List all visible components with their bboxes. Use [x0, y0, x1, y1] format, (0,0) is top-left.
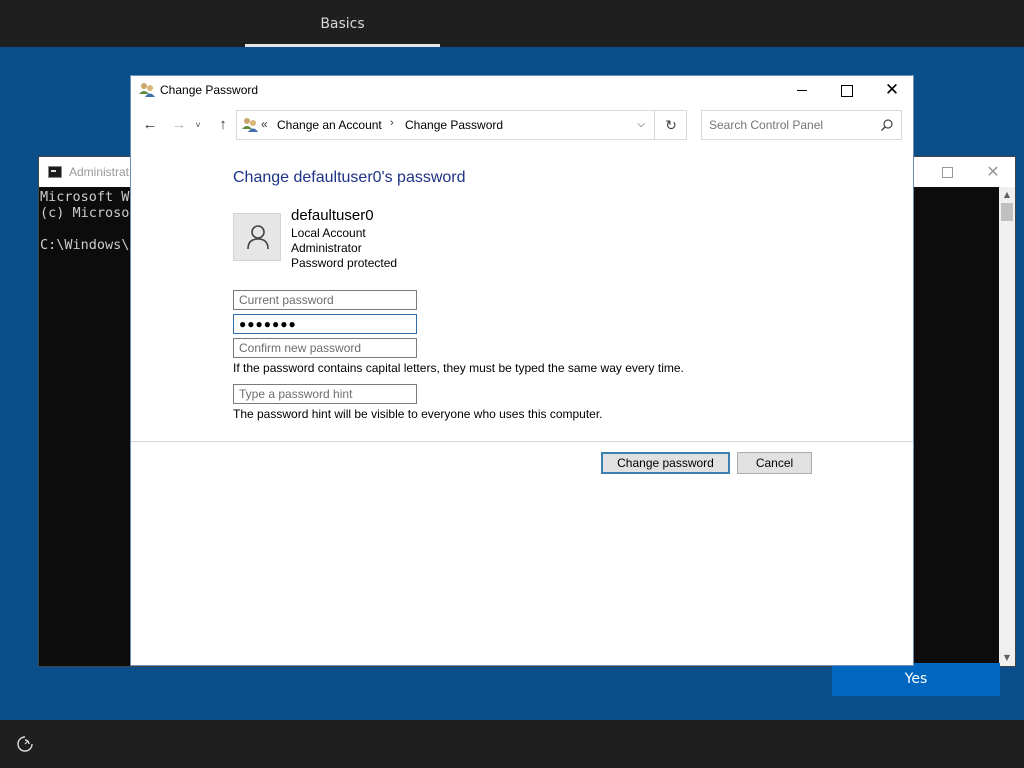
- console-icon: [48, 166, 62, 178]
- scroll-up-arrow-icon[interactable]: ▲: [999, 187, 1015, 203]
- address-dropdown-icon[interactable]: ⌵: [632, 116, 650, 134]
- user-accounts-icon: [242, 118, 258, 132]
- account-role: Administrator: [291, 241, 362, 255]
- change-password-button[interactable]: Change password: [601, 452, 730, 474]
- password-hint-field[interactable]: [233, 384, 417, 404]
- password-hint-note: The password hint will be visible to eve…: [233, 407, 603, 421]
- account-type: Local Account: [291, 226, 366, 240]
- up-arrow-icon[interactable]: ↑: [212, 114, 234, 136]
- footer-divider: [131, 441, 913, 442]
- current-password-field[interactable]: [233, 290, 417, 310]
- oobe-top-bar: Basics: [0, 0, 1024, 47]
- page-title: Change defaultuser0's password: [233, 169, 466, 186]
- console-output: Microsoft Wi (c) Microso C:\Windows\s: [40, 189, 138, 253]
- capital-letters-note: If the password contains capital letters…: [233, 361, 684, 375]
- breadcrumb-overflow-icon[interactable]: «: [261, 117, 268, 131]
- recent-locations-chevron-icon[interactable]: ˅: [191, 114, 205, 136]
- search-box[interactable]: [701, 110, 902, 140]
- scroll-thumb[interactable]: [1001, 203, 1013, 221]
- maximize-button[interactable]: [823, 76, 869, 105]
- user-name: defaultuser0: [291, 207, 374, 224]
- search-icon[interactable]: [880, 118, 894, 132]
- new-password-field[interactable]: [233, 314, 417, 334]
- breadcrumb-change-an-account[interactable]: Change an Account: [277, 118, 382, 132]
- change-password-window: Change Password ✕ ← → ˅ ↑ « Change an Ac…: [130, 75, 914, 666]
- user-accounts-icon: [139, 83, 155, 97]
- ease-of-access-icon[interactable]: [16, 735, 34, 753]
- breadcrumb-change-password[interactable]: Change Password: [405, 118, 503, 132]
- console-close-button[interactable]: ✕: [973, 157, 1013, 187]
- window-title: Change Password: [160, 83, 259, 97]
- user-silhouette-icon: [247, 225, 269, 250]
- password-status: Password protected: [291, 256, 398, 270]
- close-button[interactable]: ✕: [869, 76, 915, 105]
- address-bar[interactable]: « Change an Account › Change Password ⌵ …: [236, 110, 687, 140]
- scroll-down-arrow-icon[interactable]: ▼: [999, 650, 1015, 666]
- cancel-button[interactable]: Cancel: [737, 452, 812, 474]
- minimize-button[interactable]: [779, 76, 825, 105]
- forward-arrow-icon[interactable]: →: [168, 114, 190, 136]
- console-maximize-button[interactable]: [929, 157, 965, 187]
- avatar: [233, 213, 281, 261]
- refresh-icon[interactable]: ↻: [654, 111, 687, 139]
- console-title: Administrat: [69, 165, 130, 179]
- confirm-password-field[interactable]: [233, 338, 417, 358]
- back-arrow-icon[interactable]: ←: [139, 114, 161, 136]
- oobe-bottom-bar: [0, 720, 1024, 768]
- tab-basics[interactable]: Basics: [245, 0, 440, 47]
- yes-button[interactable]: Yes: [832, 663, 1000, 696]
- breadcrumb-separator-icon[interactable]: ›: [390, 117, 394, 129]
- console-scrollbar[interactable]: ▲ ▼: [999, 187, 1015, 666]
- search-input[interactable]: [709, 118, 874, 132]
- tab-active-indicator: [245, 44, 440, 47]
